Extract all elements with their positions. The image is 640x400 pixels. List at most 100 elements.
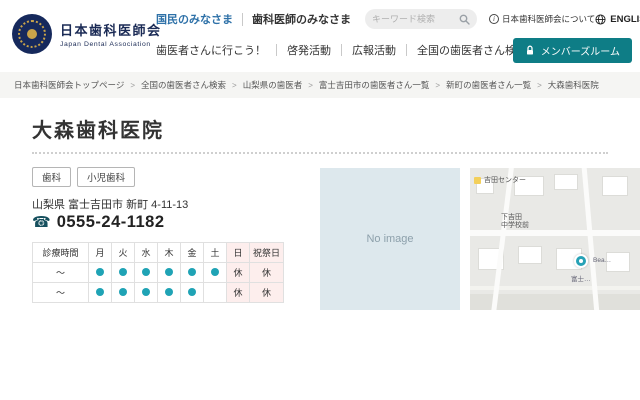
open-dot-icon	[142, 268, 150, 276]
hours-col-header: 金	[181, 243, 204, 263]
map-road	[470, 230, 640, 236]
hours-cell	[89, 263, 112, 283]
department-tags: 歯科 小児歯科	[32, 167, 135, 187]
hours-cell	[158, 263, 181, 283]
hours-time-cell: ～	[33, 263, 89, 283]
tag-dentistry: 歯科	[32, 167, 71, 187]
lock-icon	[525, 45, 535, 56]
hours-time-cell: ～	[33, 283, 89, 303]
hours-cell	[204, 283, 227, 303]
hours-cell	[135, 283, 158, 303]
about-link[interactable]: 日本歯科医師会について	[489, 13, 595, 25]
hours-cell	[112, 283, 135, 303]
info-icon	[489, 14, 499, 24]
hours-cell	[135, 263, 158, 283]
logo-title: 日本歯科医師会	[60, 20, 162, 39]
clinic-name-title: 大森歯科医院	[32, 114, 164, 143]
open-dot-icon	[211, 268, 219, 276]
top-utility-bar: 国民のみなさま 歯科医師のみなさま 日本歯科医師会について ENGLISH	[156, 9, 632, 29]
members-room-button[interactable]: メンバーズルーム	[513, 38, 632, 63]
breadcrumb-separator: >	[537, 81, 542, 90]
hours-col-header: 火	[112, 243, 135, 263]
hours-cell	[181, 263, 204, 283]
map[interactable]: 吉田センター 下吉田 中学校前 Bea… 富士…	[470, 168, 640, 310]
no-image-placeholder: No image	[320, 168, 460, 310]
nav-dentists[interactable]: 歯科医師のみなさま	[252, 11, 351, 27]
nav-citizens[interactable]: 国民のみなさま	[156, 11, 233, 27]
map-label-school: 下吉田 中学校前	[501, 214, 529, 231]
nav-go-to-dentist[interactable]: 歯医者さんに行こう！	[156, 42, 266, 58]
open-dot-icon	[96, 268, 104, 276]
breadcrumb: 日本歯科医師会トップページ > 全国の歯医者さん検索 > 山梨県の歯医者 > 富…	[0, 72, 640, 98]
hours-cell	[112, 263, 135, 283]
nav-awareness[interactable]: 啓発活動	[287, 42, 331, 58]
hours-col-header: 診療時間	[33, 243, 89, 263]
breadcrumb-separator: >	[308, 81, 313, 90]
breadcrumb-link-home[interactable]: 日本歯科医師会トップページ	[14, 79, 124, 91]
map-label-center: 吉田センター	[474, 175, 526, 185]
breadcrumb-link-city[interactable]: 富士吉田市の歯医者さん一覧	[319, 79, 430, 91]
search-icon[interactable]	[459, 14, 470, 25]
nav-dentist-search[interactable]: 全国の歯医者さん検索	[417, 42, 527, 58]
english-link-label: ENGLISH	[610, 14, 640, 25]
english-link[interactable]: ENGLISH	[595, 14, 640, 25]
hours-cell: 休	[250, 283, 284, 303]
site-header: 日本歯科医師会 Japan Dental Association 国民のみなさま…	[0, 0, 640, 72]
clinic-address: 山梨県 富士吉田市 新町 4-11-13	[32, 196, 188, 212]
open-dot-icon	[119, 288, 127, 296]
map-building	[602, 176, 628, 196]
breadcrumb-current: 大森歯科医院	[548, 79, 599, 91]
hours-row: ～ 休休	[33, 283, 284, 303]
members-room-label: メンバーズルーム	[541, 43, 620, 58]
map-poi-chip-icon	[474, 177, 481, 184]
breadcrumb-link-town[interactable]: 新町の歯医者さん一覧	[446, 79, 531, 91]
map-building	[554, 174, 578, 190]
hours-cell: 休	[250, 263, 284, 283]
tag-pediatric-dentistry: 小児歯科	[77, 167, 135, 187]
hours-cell	[89, 283, 112, 303]
clinic-phone: ☎ 0555-24-1182	[32, 213, 165, 232]
map-poi-marker[interactable]	[574, 254, 588, 268]
hours-col-header: 日	[227, 243, 250, 263]
jda-emblem-icon	[12, 14, 52, 54]
map-label-beauty: Bea…	[593, 257, 611, 264]
search-input[interactable]	[372, 14, 454, 24]
hours-col-header: 祝祭日	[250, 243, 284, 263]
breadcrumb-separator: >	[232, 81, 237, 90]
breadcrumb-link-prefecture[interactable]: 山梨県の歯医者	[243, 79, 303, 91]
open-dot-icon	[119, 268, 127, 276]
open-dot-icon	[188, 268, 196, 276]
hours-col-header: 月	[89, 243, 112, 263]
nav-pr[interactable]: 広報活動	[352, 42, 396, 58]
map-label-fuji: 富士…	[571, 273, 591, 283]
about-link-label: 日本歯科医師会について	[502, 13, 595, 25]
hours-row: ～ 休休	[33, 263, 284, 283]
logo[interactable]: 日本歯科医師会 Japan Dental Association	[12, 14, 162, 54]
open-dot-icon	[96, 288, 104, 296]
map-building	[518, 246, 542, 264]
hours-cell	[181, 283, 204, 303]
breadcrumb-separator: >	[130, 81, 135, 90]
hours-cell	[204, 263, 227, 283]
phone-number: 0555-24-1182	[57, 213, 165, 232]
hours-cell: 休	[227, 283, 250, 303]
hours-col-header: 土	[204, 243, 227, 263]
logo-subtitle: Japan Dental Association	[60, 41, 162, 48]
hours-cell: 休	[227, 263, 250, 283]
divider	[406, 44, 407, 56]
open-dot-icon	[165, 288, 173, 296]
breadcrumb-separator: >	[435, 81, 440, 90]
divider	[276, 44, 277, 56]
page: 日本歯科医師会 Japan Dental Association 国民のみなさま…	[0, 0, 640, 400]
dotted-divider	[32, 152, 608, 154]
main-nav: 歯医者さんに行こう！ 啓発活動 広報活動 全国の歯医者さん検索	[156, 42, 527, 58]
open-dot-icon	[188, 288, 196, 296]
divider	[242, 13, 243, 26]
search-box	[365, 9, 477, 29]
breadcrumb-link-search[interactable]: 全国の歯医者さん検索	[141, 79, 226, 91]
hours-col-header: 水	[135, 243, 158, 263]
divider	[341, 44, 342, 56]
hours-col-header: 木	[158, 243, 181, 263]
hours-cell	[158, 283, 181, 303]
open-dot-icon	[165, 268, 173, 276]
